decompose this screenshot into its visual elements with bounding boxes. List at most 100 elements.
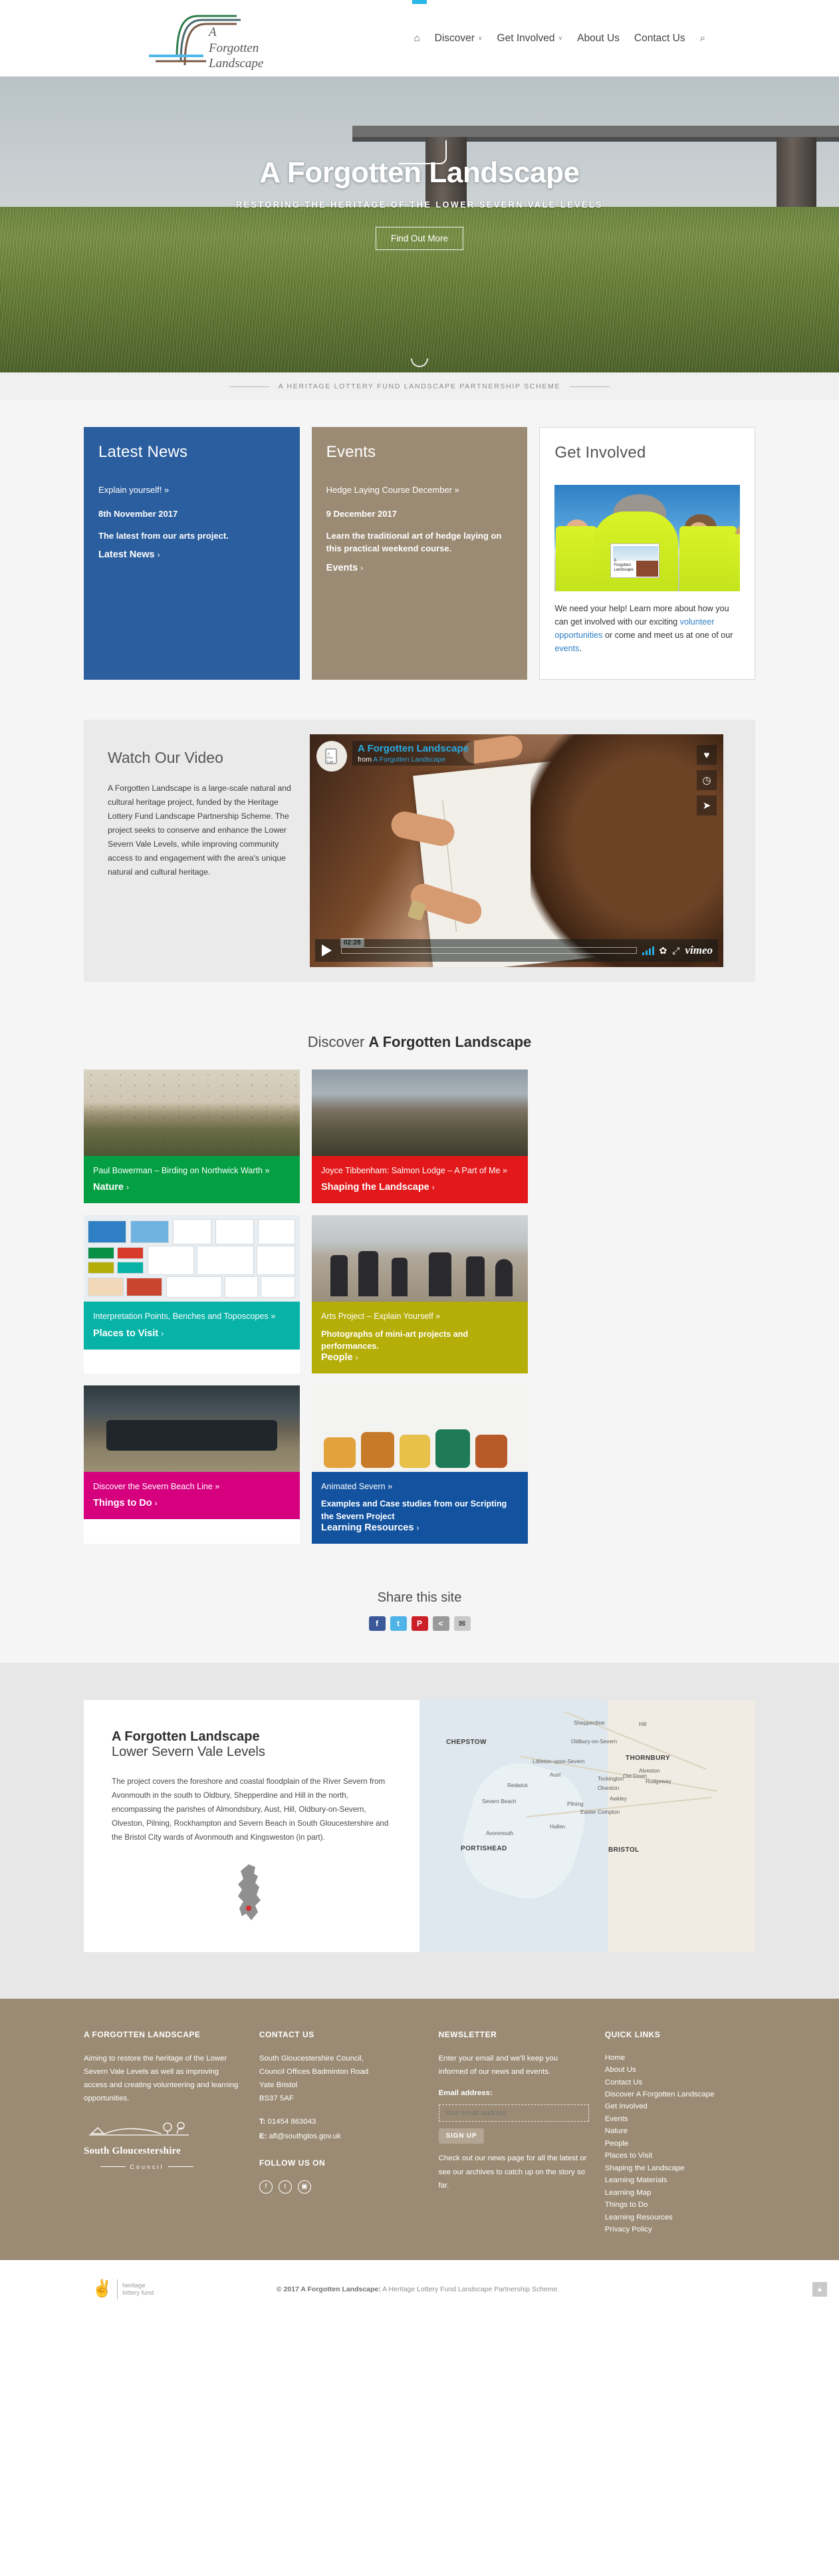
quick-link-13[interactable]: Learning Resources xyxy=(605,2212,755,2223)
quick-link-3[interactable]: Discover A Forgotten Landscape xyxy=(605,2088,755,2100)
footer-about-column: A FORGOTTEN LANDSCAPE Aiming to restore … xyxy=(84,2028,243,2235)
hlf-name-line-2: lottery fund xyxy=(122,2289,154,2297)
discover-heading: Discover A Forgotten Landscape xyxy=(84,1024,755,1070)
map-label-7: Aust xyxy=(550,1771,561,1778)
chevron-right-icon: › xyxy=(126,1183,129,1193)
events-heading: Events xyxy=(326,443,376,461)
facebook-share-button[interactable]: f xyxy=(368,1616,386,1631)
get-involved-text-part-3: . xyxy=(579,644,582,654)
events-description: Learn the traditional art of hedge layin… xyxy=(326,530,502,554)
discover-tile-learning-resources[interactable]: Animated Severn » Examples and Case stud… xyxy=(312,1385,528,1544)
copyright-text: © 2017 A Forgotten Landscape: A Heritage… xyxy=(154,2285,682,2293)
share-send-icon[interactable]: ➤ xyxy=(697,795,717,815)
events-more-link[interactable]: Events › xyxy=(326,563,364,573)
fullscreen-icon[interactable]: ⤢ xyxy=(672,945,679,956)
events-link[interactable]: events xyxy=(554,644,579,653)
video-progress-track[interactable] xyxy=(341,947,637,954)
heritage-lottery-fund-logo[interactable]: ✌ heritage lottery fund xyxy=(92,2279,154,2299)
quick-link-4[interactable]: Get Involved xyxy=(605,2100,755,2112)
latest-news-card[interactable]: Latest News Explain yourself! » 8th Nove… xyxy=(84,427,300,680)
svg-text:Lan: Lan xyxy=(327,760,333,764)
back-to-top-button[interactable]: ▲ xyxy=(812,2281,827,2297)
twitter-icon[interactable]: t xyxy=(278,2180,292,2194)
discover-tile-people[interactable]: Arts Project – Explain Yourself » Photog… xyxy=(312,1215,528,1373)
tile-image-animated-severn xyxy=(312,1385,528,1472)
tile-title-text: Paul Bowerman – Birding on Northwick War… xyxy=(93,1166,263,1175)
quick-link-5[interactable]: Events xyxy=(605,2113,755,2125)
quick-link-0[interactable]: Home xyxy=(605,2052,755,2064)
nav-item-about-us[interactable]: About Us xyxy=(577,33,620,45)
instagram-icon[interactable]: ▣ xyxy=(297,2180,311,2194)
discover-heading-plain: Discover xyxy=(307,1034,369,1050)
video-title[interactable]: A Forgotten Landscape xyxy=(358,743,469,754)
tile-category: Nature › xyxy=(93,1182,291,1193)
tile-title-text: Arts Project – Explain Yourself xyxy=(321,1312,433,1322)
tile-category-text: Things to Do xyxy=(93,1498,152,1509)
quick-link-2[interactable]: Contact Us xyxy=(605,2076,755,2088)
newsletter-email-input[interactable] xyxy=(438,2104,589,2122)
discover-tile-shaping-the-landscape[interactable]: Joyce Tibbenham: Salmon Lodge – A Part o… xyxy=(312,1070,528,1204)
tile-category: Learning Resources › xyxy=(321,1522,519,1533)
map-label-20: BRISTOL xyxy=(608,1846,640,1854)
nav-item-get-involved[interactable]: Get Involved ∨ xyxy=(497,33,563,45)
watch-later-clock-icon[interactable]: ◷ xyxy=(697,770,717,790)
pinterest-share-button[interactable]: P xyxy=(411,1616,428,1631)
events-entry-title[interactable]: Hedge Laying Course December » xyxy=(326,484,513,497)
volume-icon[interactable] xyxy=(642,946,654,955)
footer-about-heading: A FORGOTTEN LANDSCAPE xyxy=(84,2030,201,2040)
site-bottom-bar: ✌ heritage lottery fund © 2017 A Forgott… xyxy=(0,2259,839,2319)
email-share-button[interactable]: ✉ xyxy=(453,1616,471,1631)
footer-quick-links-heading: QUICK LINKS xyxy=(604,2030,661,2040)
more-share-button[interactable]: < xyxy=(432,1616,449,1631)
quick-link-11[interactable]: Learning Map xyxy=(605,2187,755,2199)
latest-news-more-link[interactable]: Latest News › xyxy=(98,549,160,560)
vimeo-video-player[interactable]: A For Lan A Forgotten Landscape from A For… xyxy=(310,734,723,967)
footer-contact-heading: CONTACT US xyxy=(259,2030,314,2040)
discover-tile-places-to-visit[interactable]: Interpretation Points, Benches and Topos… xyxy=(84,1215,300,1373)
scheme-strip: A HERITAGE LOTTERY FUND LANDSCAPE PARTNE… xyxy=(0,372,839,400)
vimeo-logo[interactable]: vimeo xyxy=(685,944,713,957)
find-out-more-button[interactable]: Find Out More xyxy=(375,227,464,250)
tile-category: Shaping the Landscape › xyxy=(321,1182,519,1193)
newsletter-signup-button[interactable]: SIGN UP xyxy=(438,2128,485,2144)
badge-line-2: Forgotten xyxy=(614,563,632,567)
search-icon[interactable]: ⌕ xyxy=(700,33,705,44)
south-gloucestershire-council-logo[interactable]: South Gloucestershire Council xyxy=(84,2120,210,2172)
get-involved-card[interactable]: Get Involved A Forgotten Landscape We ne… xyxy=(539,427,756,680)
events-card[interactable]: Events Hedge Laying Course December » 9 … xyxy=(311,427,528,680)
get-involved-heading: Get Involved xyxy=(554,444,646,462)
map-label-18: Avonmouth xyxy=(486,1830,514,1836)
heart-icon[interactable]: ♥ xyxy=(697,745,717,765)
quick-link-12[interactable]: Things to Do xyxy=(605,2199,755,2211)
quick-link-10[interactable]: Learning Materials xyxy=(605,2174,755,2186)
site-footer: A FORGOTTEN LANDSCAPE Aiming to restore … xyxy=(0,1999,839,2260)
video-section: Watch Our Video A Forgotten Landscape is… xyxy=(0,720,839,1020)
quick-link-7[interactable]: People xyxy=(605,2138,755,2150)
quick-link-6[interactable]: Nature xyxy=(605,2125,755,2137)
discover-tile-things-to-do[interactable]: Discover the Severn Beach Line » Things … xyxy=(84,1385,300,1544)
twitter-share-button[interactable]: t xyxy=(390,1616,407,1631)
nav-item-discover[interactable]: Discover ∨ xyxy=(435,33,483,45)
site-logo[interactable]: A Forgotten Landscape xyxy=(137,5,290,72)
project-area-map[interactable]: CHEPSTOW Shepperdine Hill Oldbury-on-Severn… xyxy=(420,1699,755,1953)
footer-newsletter-text: Enter your email and we'll keep you info… xyxy=(438,2054,558,2076)
quick-link-8[interactable]: Places to Visit xyxy=(605,2150,755,2162)
latest-news-date: 8th November 2017 xyxy=(98,508,178,519)
gear-icon[interactable]: ✿ xyxy=(659,945,667,956)
nav-item-contact-us[interactable]: Contact Us xyxy=(634,33,685,45)
play-button-icon[interactable] xyxy=(322,944,332,956)
strip-rule-right xyxy=(570,386,610,387)
nav-home-icon[interactable]: ⌂ xyxy=(414,33,420,44)
video-poster-hair xyxy=(531,734,723,967)
video-channel-link[interactable]: A Forgotten Landscape xyxy=(373,756,445,764)
video-channel-avatar[interactable]: A For Lan xyxy=(316,741,347,772)
quick-link-1[interactable]: About Us xyxy=(605,2064,755,2076)
quick-link-9[interactable]: Shaping the Landscape xyxy=(605,2162,755,2174)
discover-tile-nature[interactable]: Paul Bowerman – Birding on Northwick War… xyxy=(84,1070,300,1204)
footer-email-value[interactable]: afl@southglos.gov.uk xyxy=(269,2132,340,2140)
facebook-icon[interactable]: f xyxy=(259,2180,273,2194)
tile-title-text: Discover the Severn Beach Line xyxy=(93,1482,213,1491)
strip-text: A HERITAGE LOTTERY FUND LANDSCAPE PARTNE… xyxy=(278,382,561,390)
quick-link-14[interactable]: Privacy Policy xyxy=(605,2223,755,2235)
latest-news-entry-title[interactable]: Explain yourself! » xyxy=(98,484,285,497)
